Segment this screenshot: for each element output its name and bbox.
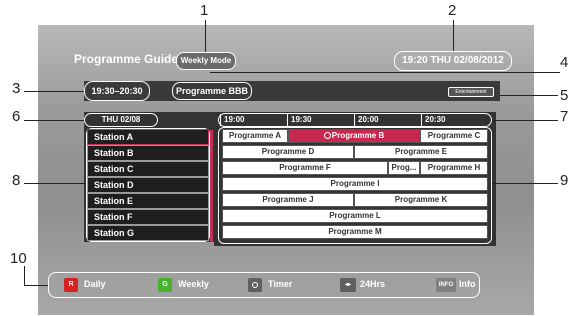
station-scrollbar[interactable] <box>210 130 213 242</box>
callout-2: 2 <box>448 2 457 19</box>
callout-7: 7 <box>560 108 569 125</box>
callout-line <box>492 183 558 184</box>
programme-cell[interactable]: Programme A <box>222 129 288 143</box>
station-item[interactable]: Station E <box>87 193 209 209</box>
callout-10: 10 <box>10 250 27 267</box>
callout-9: 9 <box>560 172 569 189</box>
time-tick: 20:30 <box>421 114 445 126</box>
callout-line <box>24 91 84 92</box>
colour-key-bar <box>48 272 480 298</box>
programme-cell[interactable]: Programme C <box>420 129 488 143</box>
programme-cell[interactable]: Programme K <box>354 193 488 207</box>
selected-timeslot: 19:30–20:30 <box>84 81 150 101</box>
station-item[interactable]: Station D <box>87 177 209 193</box>
timer-key-icon[interactable] <box>248 278 262 292</box>
callout-line <box>205 20 206 52</box>
callout-6: 6 <box>12 108 21 125</box>
station-list: Station A Station B Station C Station D … <box>86 128 210 242</box>
selected-programme-name: Programme BBB <box>172 82 252 100</box>
programme-cell[interactable]: Programme H <box>420 161 488 175</box>
programme-cell[interactable]: Programme F <box>222 161 388 175</box>
time-tick: 19:00 <box>220 114 244 126</box>
callout-1: 1 <box>200 2 209 19</box>
callout-3: 3 <box>12 80 21 97</box>
timer-label: Timer <box>268 279 293 289</box>
callout-line <box>24 285 48 286</box>
programme-cell[interactable]: Prog... <box>388 161 420 175</box>
programme-cell[interactable]: Programme I <box>222 177 488 191</box>
programme-cell[interactable]: Programme J <box>222 193 354 207</box>
weekly-mode-indicator: Weekly Mode <box>176 52 236 70</box>
weekly-label: Weekly <box>178 279 209 289</box>
green-key-icon[interactable]: G <box>158 278 172 292</box>
programme-cell-selected[interactable]: Programme B <box>288 129 420 143</box>
programme-cell[interactable]: Programme M <box>222 225 488 239</box>
callout-line <box>492 120 558 121</box>
callout-line <box>453 20 454 51</box>
current-time-date: 19:20 THU 02/08/2012 <box>394 51 512 71</box>
24hrs-key-icon[interactable]: ◂▸ <box>340 278 356 292</box>
station-item[interactable]: Station A <box>87 129 209 145</box>
red-key-icon[interactable]: R <box>64 278 78 292</box>
programme-cell[interactable]: Programme E <box>354 145 488 159</box>
info-key-icon[interactable]: INFO <box>436 278 456 292</box>
callout-8: 8 <box>12 172 21 189</box>
station-item[interactable]: Station C <box>87 161 209 177</box>
station-item[interactable]: Station F <box>87 209 209 225</box>
callout-line <box>24 120 84 121</box>
guide-date: THU 02/08 <box>84 113 158 127</box>
programme-cell[interactable]: Programme D <box>222 145 354 159</box>
page-title: Programme Guide <box>74 52 179 66</box>
station-item[interactable]: Station B <box>87 145 209 161</box>
callout-4: 4 <box>560 54 569 71</box>
callout-line <box>210 72 560 73</box>
station-item[interactable]: Station G <box>87 225 209 241</box>
programme-cell-label: Programme B <box>331 131 385 140</box>
callout-5: 5 <box>560 87 569 104</box>
callout-line <box>500 95 558 96</box>
programme-cell[interactable]: Programme L <box>222 209 488 223</box>
time-tick: 20:00 <box>354 114 378 126</box>
24hrs-label: 24Hrs <box>360 279 386 289</box>
daily-label: Daily <box>84 279 106 289</box>
time-tick: 19:30 <box>287 114 311 126</box>
genre-label: Entertainment <box>448 87 494 97</box>
callout-line <box>24 183 86 184</box>
info-label: Info <box>459 279 476 289</box>
callout-line <box>24 266 25 285</box>
timer-clock-icon <box>323 132 331 139</box>
